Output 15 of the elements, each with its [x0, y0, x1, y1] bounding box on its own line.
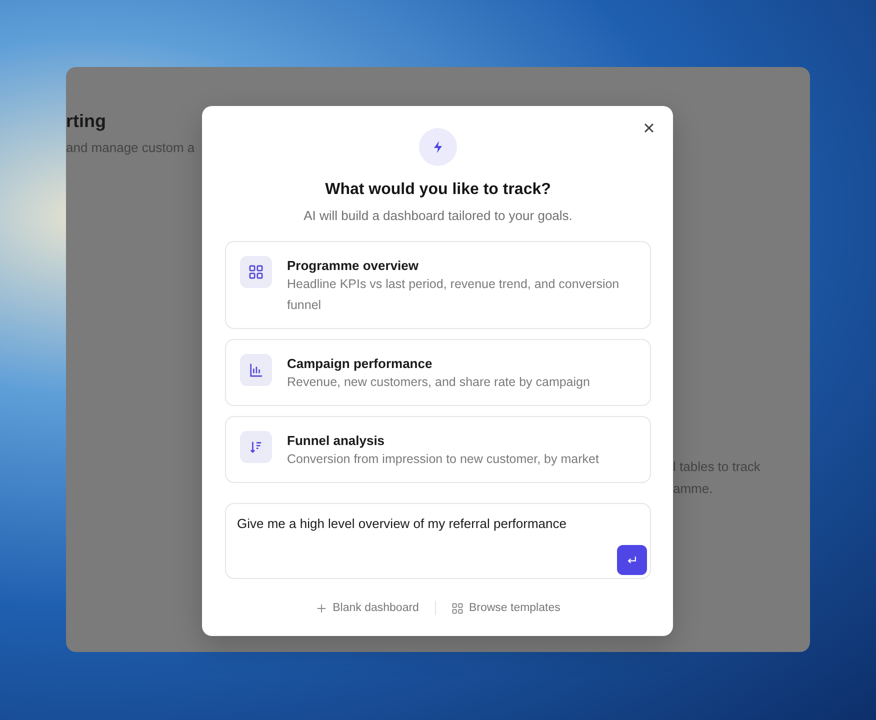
option-title: Campaign performance	[287, 356, 434, 371]
option-description: Headline KPIs vs last period, revenue trend, and conversion funnel	[287, 276, 620, 314]
option-title: Funnel analysis	[287, 433, 386, 448]
footer-link[interactable]: Browse templates	[452, 602, 560, 614]
dialog-subtitle: AI will build a dashboard tailored to your goals.	[304, 208, 572, 223]
option-card[interactable]: Programme overview Headline KPIs vs last period, revenue trend, and conversion funnel	[225, 241, 651, 329]
option-description: Revenue, new customers, and share rate by campaign	[287, 374, 590, 391]
dialog-title: What would you like to track?	[325, 181, 551, 199]
prompt-field[interactable]: Give me a high level overview of my referral performance	[225, 503, 651, 579]
option-card[interactable]: Funnel analysis Conversion from impression to new customer, by market	[225, 416, 651, 483]
option-description: Conversion from impression to new customer, by market	[287, 451, 599, 468]
footer-link[interactable]: Blank dashboard	[316, 602, 419, 614]
page-heading: rting	[66, 111, 106, 132]
option-card[interactable]: Campaign performance Revenue, new customers, and share rate by campaign	[225, 339, 651, 406]
option-title: Programme overview	[287, 258, 420, 273]
